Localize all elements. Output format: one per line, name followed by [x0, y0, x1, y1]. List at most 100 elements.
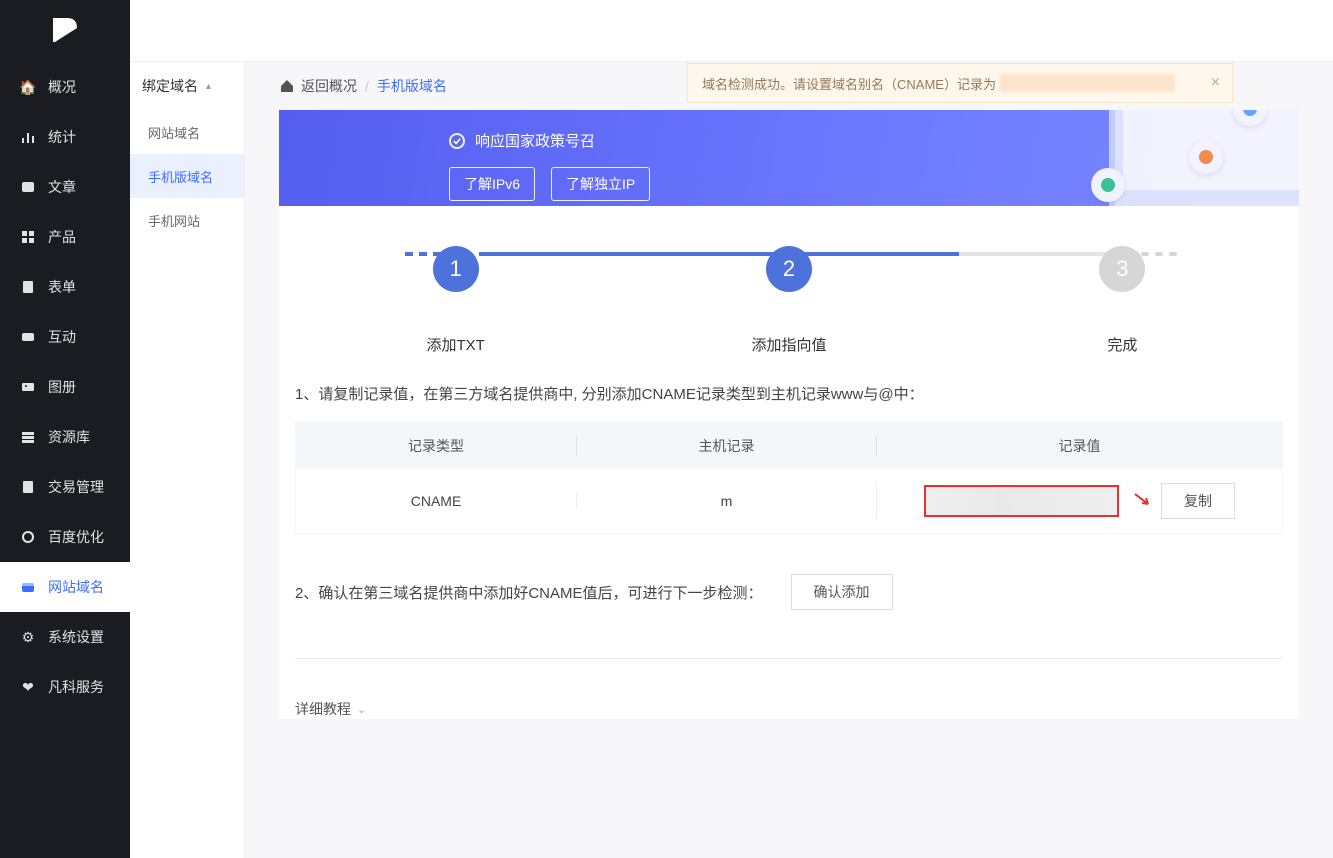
- sub-item-site-domain[interactable]: 网站域名: [130, 110, 244, 154]
- sidebar-item-product[interactable]: 产品: [0, 212, 130, 262]
- step-1-circle: 1: [433, 246, 479, 292]
- sidebar-item-interact[interactable]: 互动: [0, 312, 130, 362]
- gear-icon: ⚙: [20, 629, 36, 646]
- instruction-1: 1、请复制记录值，在第三方域名提供商中, 分别添加CNAME记录类型到主机记录w…: [289, 355, 1289, 422]
- sidebar-item-service[interactable]: ❤ 凡科服务: [0, 662, 130, 712]
- chevron-up-icon: ▴: [206, 81, 211, 92]
- banner-text: 响应国家政策号召: [475, 130, 595, 151]
- sidebar-item-trade[interactable]: 交易管理: [0, 462, 130, 512]
- sidebar-item-label: 资源库: [48, 427, 90, 447]
- gallery-icon: [20, 380, 36, 394]
- step-bar-1-2: [479, 252, 799, 256]
- breadcrumb-separator: /: [365, 78, 369, 94]
- step-3-label: 完成: [956, 334, 1289, 355]
- logo-icon: [47, 12, 83, 51]
- detail-tutorial[interactable]: 详细教程 ⌄: [289, 659, 1289, 719]
- heart-icon: ❤: [20, 679, 36, 696]
- sidebar-item-label: 凡科服务: [48, 677, 104, 697]
- detail-tutorial-label: 详细教程: [295, 699, 351, 719]
- topbar: [0, 0, 1333, 62]
- breadcrumb-current: 手机版域名: [377, 76, 447, 96]
- sidebar-item-label: 图册: [48, 377, 76, 397]
- sidebar-item-stats[interactable]: 统计: [0, 112, 130, 162]
- step-2-circle: 2: [766, 246, 812, 292]
- sub-item-label: 手机版域名: [148, 167, 213, 186]
- sub-item-mobile-domain[interactable]: 手机版域名: [130, 154, 244, 198]
- instruction-2-text: 2、确认在第三域名提供商中添加好CNAME值后，可进行下一步检测：: [295, 582, 763, 603]
- chevron-down-icon: ⌄: [357, 703, 366, 716]
- sidebar-item-label: 交易管理: [48, 477, 104, 497]
- step-3: 3 完成: [956, 246, 1289, 355]
- resource-icon: [20, 430, 36, 444]
- sidebar-item-label: 百度优化: [48, 527, 104, 547]
- step-1-label: 添加TXT: [289, 334, 622, 355]
- btn-dedicated-ip[interactable]: 了解独立IP: [551, 167, 650, 201]
- arrow-icon: [1131, 490, 1153, 512]
- breadcrumb-back[interactable]: 返回概况: [301, 76, 357, 96]
- table-row: CNAME m 复制: [296, 469, 1282, 533]
- promo-banner: 响应国家政策号召 了解IPv6 了解独立IP: [279, 110, 1299, 206]
- sidebar-item-label: 统计: [48, 127, 76, 147]
- sidebar-item-domain[interactable]: 网站域名: [0, 562, 130, 612]
- sidebar-item-overview[interactable]: 🏠概况: [0, 62, 130, 112]
- sub-sidebar-head[interactable]: 绑定域名 ▴: [130, 62, 244, 110]
- sidebar-item-label: 产品: [48, 227, 76, 247]
- logo-block: [0, 0, 130, 62]
- stepper: 1 添加TXT 2 添加指向值 3 完成: [289, 206, 1289, 355]
- sub-item-label: 网站域名: [148, 123, 200, 142]
- sub-item-mobile-site[interactable]: 手机网站: [130, 198, 244, 242]
- decoration-laptop-icon: [1109, 110, 1299, 206]
- sidebar-item-resource[interactable]: 资源库: [0, 412, 130, 462]
- sidebar-item-label: 系统设置: [48, 627, 104, 647]
- toast-redacted-value: [1000, 74, 1175, 92]
- step-3-circle: 3: [1099, 246, 1145, 292]
- th-record-value: 记录值: [876, 436, 1282, 456]
- product-icon: [20, 230, 36, 244]
- step-2-label: 添加指向值: [622, 334, 955, 355]
- td-record-type: CNAME: [296, 493, 576, 509]
- toast-banner: 域名检测成功。请设置域名别名（CNAME）记录为 ×: [687, 63, 1233, 103]
- content: 返回概况 / 手机版域名 响应国家政策号召 了解IPv6 了解独立IP: [245, 62, 1333, 858]
- dns-table: 记录类型 主机记录 记录值 CNAME m 复制: [295, 422, 1283, 534]
- trade-icon: [20, 480, 36, 494]
- stats-icon: [20, 130, 36, 144]
- sidebar-item-seo[interactable]: 百度优化: [0, 512, 130, 562]
- sidebar: 🏠概况 统计 文章 产品 表单 互动 图册 资源库 交易管理 百度优化 网站域名…: [0, 62, 130, 858]
- sidebar-item-gallery[interactable]: 图册: [0, 362, 130, 412]
- toast-text: 域名检测成功。请设置域名别名（CNAME）记录为: [702, 74, 996, 93]
- sub-item-label: 手机网站: [148, 211, 200, 230]
- confirm-add-button[interactable]: 确认添加: [791, 574, 893, 610]
- table-header: 记录类型 主机记录 记录值: [296, 423, 1282, 469]
- close-icon[interactable]: ×: [1211, 74, 1220, 92]
- instruction-2: 2、确认在第三域名提供商中添加好CNAME值后，可进行下一步检测： 确认添加: [289, 534, 1289, 634]
- sidebar-item-label: 概况: [48, 77, 76, 97]
- seo-icon: [20, 530, 36, 544]
- sub-sidebar: 绑定域名 ▴ 网站域名 手机版域名 手机网站: [130, 62, 245, 858]
- step-bar-2-mid: [799, 252, 959, 256]
- banner-line: 响应国家政策号召: [449, 130, 1129, 151]
- form-icon: [20, 280, 36, 294]
- sub-sidebar-head-label: 绑定域名: [142, 76, 198, 96]
- copy-button[interactable]: 复制: [1161, 483, 1235, 519]
- banner-buttons: 了解IPv6 了解独立IP: [449, 167, 1129, 201]
- sidebar-item-label: 网站域名: [48, 577, 104, 597]
- main-panel: 1 添加TXT 2 添加指向值 3 完成 1、请复制记录值，在第三方域名提供商中…: [279, 206, 1299, 719]
- th-host-record: 主机记录: [576, 436, 876, 456]
- article-icon: [20, 180, 36, 194]
- td-record-value: 复制: [876, 483, 1282, 519]
- sidebar-item-article[interactable]: 文章: [0, 162, 130, 212]
- sidebar-item-label: 互动: [48, 327, 76, 347]
- record-value-field[interactable]: [924, 485, 1119, 517]
- btn-ipv6[interactable]: 了解IPv6: [449, 167, 535, 201]
- td-host-record: m: [576, 493, 876, 509]
- sidebar-item-settings[interactable]: ⚙ 系统设置: [0, 612, 130, 662]
- step-2: 2 添加指向值: [622, 246, 955, 355]
- check-icon: [449, 133, 465, 149]
- sidebar-item-form[interactable]: 表单: [0, 262, 130, 312]
- topbar-spacer: [130, 0, 1333, 62]
- domain-icon: [20, 580, 36, 594]
- sidebar-item-label: 表单: [48, 277, 76, 297]
- sidebar-item-label: 文章: [48, 177, 76, 197]
- interact-icon: [20, 330, 36, 344]
- banner-decoration: [1109, 110, 1299, 206]
